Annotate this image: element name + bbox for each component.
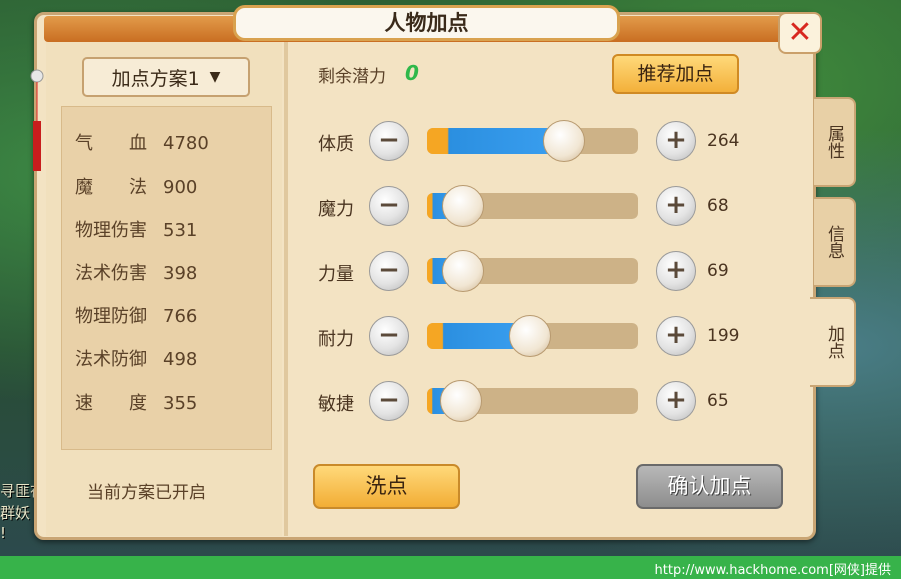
chat-text: ! bbox=[0, 524, 7, 542]
stat-label: 物理防御 bbox=[75, 306, 147, 327]
attribute-label: 耐力 bbox=[318, 329, 354, 350]
stat-label: 物理伤害 bbox=[75, 220, 147, 241]
stat-value: 398 bbox=[163, 263, 198, 284]
watermark-text: http://www.hackhome.com[网侠]提供 bbox=[654, 563, 891, 578]
attribute-label: 体质 bbox=[318, 134, 354, 155]
attribute-value: 68 bbox=[707, 196, 729, 216]
remaining-potential-label: 剩余潜力 bbox=[318, 67, 386, 87]
title-plate: 人物加点 bbox=[233, 5, 620, 41]
stat-row: 法术伤害 398 bbox=[75, 259, 197, 285]
plus-button[interactable]: + bbox=[656, 121, 696, 161]
attribute-value: 69 bbox=[707, 261, 729, 281]
stat-row: 物理伤害 531 bbox=[75, 216, 197, 242]
attribute-slider-track[interactable] bbox=[427, 128, 638, 154]
plus-button[interactable]: + bbox=[656, 316, 696, 356]
stat-value: 355 bbox=[163, 393, 198, 414]
stat-value: 900 bbox=[163, 177, 198, 198]
stat-label: 气 血 bbox=[75, 133, 147, 154]
remaining-potential-value: 0 bbox=[405, 61, 419, 85]
reset-points-button[interactable]: 洗点 bbox=[313, 464, 460, 509]
chevron-down-icon: ▼ bbox=[209, 69, 221, 85]
recommend-points-button[interactable]: 推荐加点 bbox=[612, 54, 739, 94]
attribute-label: 魔力 bbox=[318, 199, 354, 220]
scheme-label: 加点方案1 bbox=[111, 67, 200, 90]
panel-title: 人物加点 bbox=[384, 11, 469, 35]
attribute-label: 敏捷 bbox=[318, 394, 354, 415]
minus-button[interactable]: − bbox=[369, 381, 409, 421]
minus-button[interactable]: − bbox=[369, 121, 409, 161]
attribute-value: 264 bbox=[707, 131, 740, 151]
stat-value: 4780 bbox=[163, 133, 209, 154]
plus-button[interactable]: + bbox=[656, 186, 696, 226]
tab-label: 信息 bbox=[824, 225, 844, 259]
stat-value: 766 bbox=[163, 306, 198, 327]
tab-label: 加点 bbox=[824, 325, 844, 359]
watermark-bar: http://www.hackhome.com[网侠]提供 bbox=[0, 556, 901, 579]
stat-label: 法术防御 bbox=[75, 349, 147, 370]
plus-button[interactable]: + bbox=[656, 251, 696, 291]
plus-button[interactable]: + bbox=[656, 381, 696, 421]
close-button[interactable]: ✕ bbox=[778, 12, 822, 54]
attribute-value: 199 bbox=[707, 326, 740, 346]
stat-row: 速 度 355 bbox=[75, 389, 197, 415]
slider-handle[interactable] bbox=[439, 380, 482, 422]
attribute-value: 65 bbox=[707, 391, 729, 411]
minus-button[interactable]: − bbox=[369, 251, 409, 291]
scheme-dropdown[interactable]: 加点方案1 ▼ bbox=[82, 57, 250, 97]
stat-row: 魔 法 900 bbox=[75, 173, 197, 199]
stats-box: 气 血 4780 魔 法 900 物理伤害 531 法术伤害 398 物理防御 766 法… bbox=[61, 106, 272, 450]
stat-row: 法术防御 498 bbox=[75, 345, 197, 371]
stat-row: 物理防御 766 bbox=[75, 302, 197, 328]
chat-text: 群妖 bbox=[0, 504, 31, 522]
tab-attributes[interactable]: 属性 bbox=[814, 97, 856, 187]
minus-button[interactable]: − bbox=[369, 316, 409, 356]
column-divider bbox=[284, 42, 288, 536]
stat-label: 魔 法 bbox=[75, 177, 147, 198]
tab-add-points[interactable]: 加点 bbox=[810, 297, 856, 387]
scheme-status-text: 当前方案已开启 bbox=[87, 483, 206, 503]
slider-handle[interactable] bbox=[441, 185, 484, 227]
minus-button[interactable]: − bbox=[369, 186, 409, 226]
slider-handle[interactable] bbox=[543, 120, 586, 162]
tab-label: 属性 bbox=[824, 125, 844, 159]
stat-label: 速 度 bbox=[75, 393, 147, 414]
stat-value: 498 bbox=[163, 349, 198, 370]
confirm-points-button[interactable]: 确认加点 bbox=[636, 464, 783, 509]
slider-handle[interactable] bbox=[441, 250, 484, 292]
stat-row: 气 血 4780 bbox=[75, 129, 209, 155]
close-icon: ✕ bbox=[787, 15, 813, 50]
stat-label: 法术伤害 bbox=[75, 263, 147, 284]
tassel-ornament bbox=[30, 69, 44, 171]
tab-info[interactable]: 信息 bbox=[814, 197, 856, 287]
attribute-label: 力量 bbox=[318, 264, 354, 285]
stat-value: 531 bbox=[163, 220, 198, 241]
